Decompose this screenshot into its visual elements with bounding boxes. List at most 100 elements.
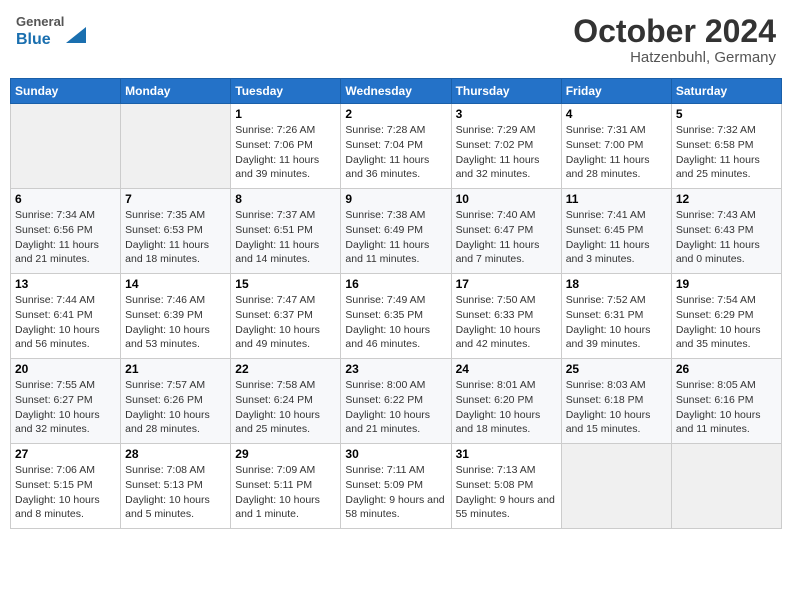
calendar-week-row: 20Sunrise: 7:55 AM Sunset: 6:27 PM Dayli… — [11, 359, 782, 444]
calendar-cell: 29 Sunrise: 7:09 AM Sunset: 5:11 PM Dayli… — [231, 444, 341, 529]
logo: General Blue — [16, 14, 86, 49]
calendar-cell: 22 Sunrise: 7:58 AM Sunset: 6:24 PM Dayli… — [231, 359, 341, 444]
day-content: Sunrise: 7:32 AM Sunset: 6:58 PM Dayligh… — [676, 123, 777, 182]
page-header: General Blue October 2024 Hatzenbuhl, Ge… — [10, 10, 782, 70]
calendar-week-row: 1Sunrise: 7:26 AM Sunset: 7:06 PM Daylig… — [11, 104, 782, 189]
day-number: 16 — [345, 277, 446, 291]
calendar-cell: 12 Sunrise: 7:43 AM Sunset: 6:43 PM Dayli… — [671, 189, 781, 274]
calendar-cell: 31Sunrise: 7:13 AM Sunset: 5:08 PM Dayli… — [451, 444, 561, 529]
title-block: October 2024 Hatzenbuhl, Germany — [573, 14, 776, 66]
day-number: 5 — [676, 107, 777, 121]
calendar-header: SundayMondayTuesdayWednesdayThursdayFrid… — [11, 79, 782, 104]
day-number: 11 — [566, 192, 667, 206]
day-content: Sunrise: 7:58 AM Sunset: 6:24 PM Dayligh… — [235, 378, 336, 437]
day-of-week-header: Monday — [121, 79, 231, 104]
calendar-cell — [11, 104, 121, 189]
day-content: Sunrise: 7:46 AM Sunset: 6:39 PM Dayligh… — [125, 293, 226, 352]
calendar-cell: 10 Sunrise: 7:40 AM Sunset: 6:47 PM Dayli… — [451, 189, 561, 274]
day-content: Sunrise: 8:05 AM Sunset: 6:16 PM Dayligh… — [676, 378, 777, 437]
calendar-cell: 17 Sunrise: 7:50 AM Sunset: 6:33 PM Dayli… — [451, 274, 561, 359]
location-label: Hatzenbuhl, Germany — [573, 49, 776, 66]
calendar-cell: 3 Sunrise: 7:29 AM Sunset: 7:02 PM Daylig… — [451, 104, 561, 189]
day-number: 10 — [456, 192, 557, 206]
day-number: 1 — [235, 107, 336, 121]
day-content: Sunrise: 7:43 AM Sunset: 6:43 PM Dayligh… — [676, 208, 777, 267]
day-number: 9 — [345, 192, 446, 206]
calendar-cell: 13 Sunrise: 7:44 AM Sunset: 6:41 PM Dayli… — [11, 274, 121, 359]
day-number: 19 — [676, 277, 777, 291]
day-number: 6 — [15, 192, 116, 206]
day-content: Sunrise: 7:09 AM Sunset: 5:11 PM Dayligh… — [235, 463, 336, 522]
day-number: 22 — [235, 362, 336, 376]
day-content: Sunrise: 7:11 AM Sunset: 5:09 PM Dayligh… — [345, 463, 446, 522]
logo-general-text: General — [16, 14, 64, 29]
calendar-cell: 25 Sunrise: 8:03 AM Sunset: 6:18 PM Dayli… — [561, 359, 671, 444]
day-number: 12 — [676, 192, 777, 206]
calendar-week-row: 13 Sunrise: 7:44 AM Sunset: 6:41 PM Dayli… — [11, 274, 782, 359]
calendar-week-row: 27 Sunrise: 7:06 AM Sunset: 5:15 PM Dayli… — [11, 444, 782, 529]
calendar-cell: 30 Sunrise: 7:11 AM Sunset: 5:09 PM Dayli… — [341, 444, 451, 529]
month-year-heading: October 2024 — [573, 14, 776, 49]
day-content: Sunrise: 7:40 AM Sunset: 6:47 PM Dayligh… — [456, 208, 557, 267]
calendar-cell — [671, 444, 781, 529]
calendar-cell: 8Sunrise: 7:37 AM Sunset: 6:51 PM Daylig… — [231, 189, 341, 274]
calendar-cell: 4 Sunrise: 7:31 AM Sunset: 7:00 PM Daylig… — [561, 104, 671, 189]
day-content: Sunrise: 7:28 AM Sunset: 7:04 PM Dayligh… — [345, 123, 446, 182]
day-content: Sunrise: 7:49 AM Sunset: 6:35 PM Dayligh… — [345, 293, 446, 352]
day-number: 30 — [345, 447, 446, 461]
day-content: Sunrise: 8:03 AM Sunset: 6:18 PM Dayligh… — [566, 378, 667, 437]
day-content: Sunrise: 7:54 AM Sunset: 6:29 PM Dayligh… — [676, 293, 777, 352]
calendar-cell: 20Sunrise: 7:55 AM Sunset: 6:27 PM Dayli… — [11, 359, 121, 444]
calendar-cell: 16 Sunrise: 7:49 AM Sunset: 6:35 PM Dayli… — [341, 274, 451, 359]
calendar-cell: 9Sunrise: 7:38 AM Sunset: 6:49 PM Daylig… — [341, 189, 451, 274]
day-content: Sunrise: 7:50 AM Sunset: 6:33 PM Dayligh… — [456, 293, 557, 352]
day-number: 26 — [676, 362, 777, 376]
day-number: 2 — [345, 107, 446, 121]
calendar-cell: 7 Sunrise: 7:35 AM Sunset: 6:53 PM Daylig… — [121, 189, 231, 274]
day-content: Sunrise: 7:52 AM Sunset: 6:31 PM Dayligh… — [566, 293, 667, 352]
calendar-cell — [121, 104, 231, 189]
day-number: 27 — [15, 447, 116, 461]
calendar-cell: 14 Sunrise: 7:46 AM Sunset: 6:39 PM Dayli… — [121, 274, 231, 359]
day-number: 14 — [125, 277, 226, 291]
day-number: 17 — [456, 277, 557, 291]
day-number: 4 — [566, 107, 667, 121]
day-content: Sunrise: 7:31 AM Sunset: 7:00 PM Dayligh… — [566, 123, 667, 182]
day-number: 29 — [235, 447, 336, 461]
day-content: Sunrise: 7:44 AM Sunset: 6:41 PM Dayligh… — [15, 293, 116, 352]
calendar-cell: 18 Sunrise: 7:52 AM Sunset: 6:31 PM Dayli… — [561, 274, 671, 359]
day-content: Sunrise: 8:00 AM Sunset: 6:22 PM Dayligh… — [345, 378, 446, 437]
day-content: Sunrise: 7:47 AM Sunset: 6:37 PM Dayligh… — [235, 293, 336, 352]
day-content: Sunrise: 7:29 AM Sunset: 7:02 PM Dayligh… — [456, 123, 557, 182]
calendar-cell: 21 Sunrise: 7:57 AM Sunset: 6:26 PM Dayli… — [121, 359, 231, 444]
day-number: 8 — [235, 192, 336, 206]
day-content: Sunrise: 8:01 AM Sunset: 6:20 PM Dayligh… — [456, 378, 557, 437]
day-number: 18 — [566, 277, 667, 291]
day-of-week-header: Tuesday — [231, 79, 341, 104]
day-number: 7 — [125, 192, 226, 206]
day-of-week-header: Thursday — [451, 79, 561, 104]
calendar-cell: 26 Sunrise: 8:05 AM Sunset: 6:16 PM Dayli… — [671, 359, 781, 444]
day-content: Sunrise: 7:57 AM Sunset: 6:26 PM Dayligh… — [125, 378, 226, 437]
day-number: 25 — [566, 362, 667, 376]
day-number: 24 — [456, 362, 557, 376]
calendar-cell: 5 Sunrise: 7:32 AM Sunset: 6:58 PM Daylig… — [671, 104, 781, 189]
calendar-week-row: 6 Sunrise: 7:34 AM Sunset: 6:56 PM Daylig… — [11, 189, 782, 274]
day-content: Sunrise: 7:55 AM Sunset: 6:27 PM Dayligh… — [15, 378, 116, 437]
calendar-cell: 28Sunrise: 7:08 AM Sunset: 5:13 PM Dayli… — [121, 444, 231, 529]
logo-blue-text: Blue — [16, 31, 51, 48]
day-of-week-header: Sunday — [11, 79, 121, 104]
calendar-cell: 19 Sunrise: 7:54 AM Sunset: 6:29 PM Dayli… — [671, 274, 781, 359]
day-number: 13 — [15, 277, 116, 291]
calendar-cell: 1Sunrise: 7:26 AM Sunset: 7:06 PM Daylig… — [231, 104, 341, 189]
day-number: 3 — [456, 107, 557, 121]
day-content: Sunrise: 7:08 AM Sunset: 5:13 PM Dayligh… — [125, 463, 226, 522]
day-content: Sunrise: 7:13 AM Sunset: 5:08 PM Dayligh… — [456, 463, 557, 522]
calendar-cell: 2 Sunrise: 7:28 AM Sunset: 7:04 PM Daylig… — [341, 104, 451, 189]
day-content: Sunrise: 7:35 AM Sunset: 6:53 PM Dayligh… — [125, 208, 226, 267]
day-number: 23 — [345, 362, 446, 376]
day-content: Sunrise: 7:34 AM Sunset: 6:56 PM Dayligh… — [15, 208, 116, 267]
day-content: Sunrise: 7:06 AM Sunset: 5:15 PM Dayligh… — [15, 463, 116, 522]
day-number: 21 — [125, 362, 226, 376]
day-number: 15 — [235, 277, 336, 291]
